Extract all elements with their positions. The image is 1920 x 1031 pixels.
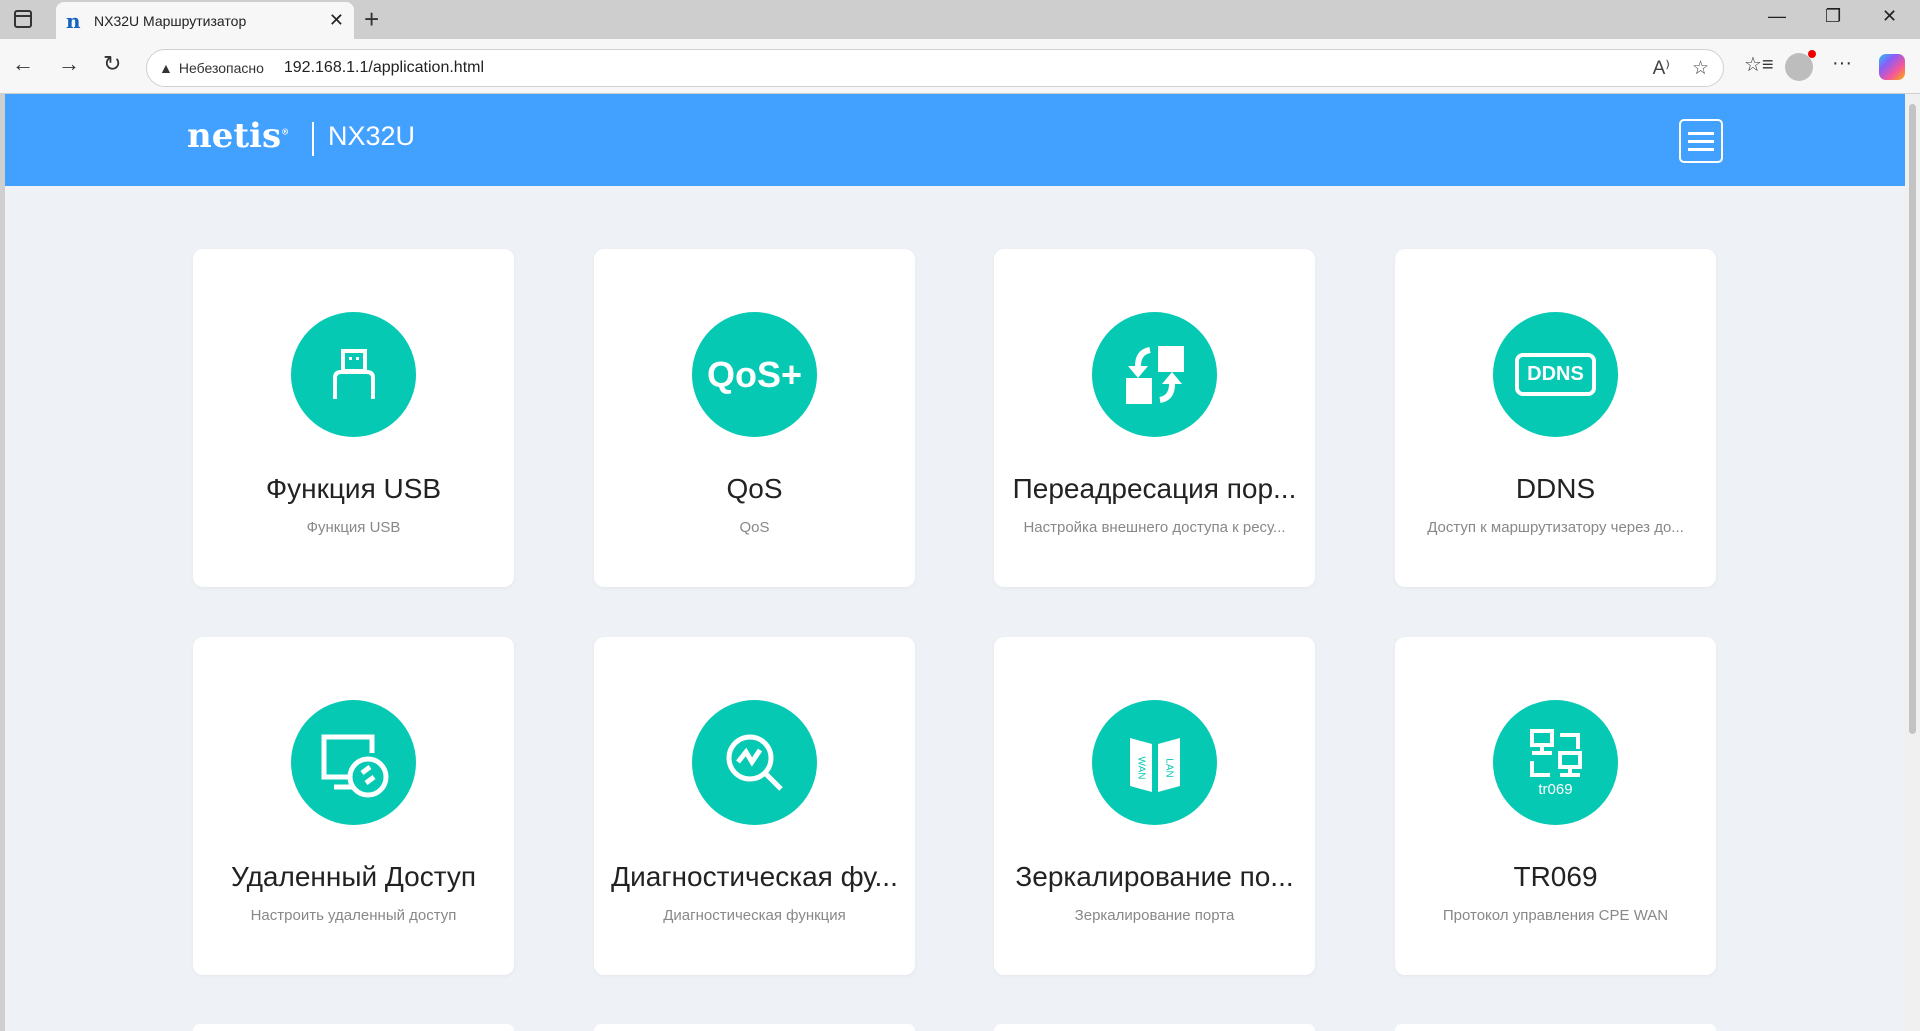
warning-icon: ▲: [159, 60, 173, 76]
remote-access-icon: [291, 700, 416, 825]
restore-icon[interactable]: ❐: [1825, 6, 1841, 27]
card-partial[interactable]: [594, 1024, 915, 1031]
card-partial[interactable]: [1395, 1024, 1716, 1031]
qos-icon: QoS+: [692, 312, 817, 437]
scrollbar[interactable]: [1905, 94, 1920, 1031]
browser-toolbar: ← → ↻ ▲ Небезопасно 192.168.1.1/applicat…: [0, 39, 1920, 93]
card-partial[interactable]: [994, 1024, 1315, 1031]
card-title: Диагностическая фу...: [611, 861, 898, 892]
divider: [312, 122, 314, 156]
card-subtitle: Функция USB: [306, 519, 401, 536]
card-title: Удаленный Доступ: [230, 861, 477, 892]
card-partial[interactable]: [193, 1024, 514, 1031]
card-usb[interactable]: Функция USB Функция USB: [193, 249, 514, 587]
back-icon[interactable]: ←: [12, 51, 34, 77]
tab-bar: n NX32U Маршрутизатор ✕ + — ❐ ✕: [0, 0, 1920, 39]
qos-icon-text: QoS+: [706, 353, 803, 395]
forward-icon[interactable]: →: [58, 51, 80, 77]
favorites-icon[interactable]: ☆≡: [1744, 52, 1774, 77]
read-aloud-icon[interactable]: A⁾: [1653, 57, 1670, 80]
lan-label: LAN: [1163, 758, 1174, 777]
profile-avatar[interactable]: [1785, 50, 1816, 81]
address-bar[interactable]: ▲ Небезопасно 192.168.1.1/application.ht…: [146, 49, 1724, 87]
card-title: TR069: [1513, 861, 1598, 892]
card-title: DDNS: [1515, 473, 1596, 504]
card-subtitle: Протокол управления CPE WAN: [1442, 907, 1669, 924]
netis-favicon-icon: n: [66, 8, 81, 33]
port-mirroring-icon: WAN LAN: [1092, 700, 1217, 825]
minimize-icon[interactable]: —: [1768, 6, 1786, 27]
sidebar-toggle-icon[interactable]: [14, 10, 32, 28]
wan-label: WAN: [1135, 756, 1146, 779]
url-text[interactable]: 192.168.1.1/application.html: [284, 59, 484, 77]
card-subtitle: Настроить удаленный доступ: [250, 907, 457, 924]
browser-tab[interactable]: n NX32U Маршрутизатор ✕: [56, 2, 354, 39]
card-port-forwarding[interactable]: Переадресация пор... Настройка внешнего …: [994, 249, 1315, 587]
security-label[interactable]: Небезопасно: [179, 60, 264, 76]
card-subtitle: QoS: [739, 519, 770, 536]
model-name: NX32U: [328, 121, 416, 151]
card-qos[interactable]: QoS+ QoS QoS: [594, 249, 915, 587]
brand-text: netis: [187, 116, 282, 156]
card-subtitle: Настройка внешнего доступа к ресу...: [1023, 519, 1286, 536]
page-header: netis® NX32U: [5, 94, 1905, 186]
card-subtitle: Диагностическая функция: [663, 907, 846, 924]
card-ddns[interactable]: DDNS DDNS Доступ к маршрутизатору через …: [1395, 249, 1716, 587]
card-subtitle: Доступ к маршрутизатору через до...: [1427, 519, 1684, 536]
router-page: netis® NX32U Функция USB Функция USB QoS…: [5, 94, 1905, 1031]
tr069-icon: tr069: [1493, 700, 1618, 825]
menu-button[interactable]: [1679, 119, 1723, 163]
card-subtitle: Зеркалирование порта: [1074, 907, 1235, 924]
new-tab-icon[interactable]: +: [364, 4, 379, 35]
favorite-star-icon[interactable]: ☆: [1692, 57, 1709, 80]
tab-title: NX32U Маршрутизатор: [94, 12, 247, 29]
reload-icon[interactable]: ↻: [103, 51, 121, 77]
scrollbar-thumb[interactable]: [1909, 104, 1916, 734]
close-window-icon[interactable]: ✕: [1882, 6, 1897, 27]
close-tab-icon[interactable]: ✕: [329, 10, 344, 31]
tr069-icon-text: tr069: [1538, 781, 1573, 798]
card-tr069[interactable]: tr069 TR069 Протокол управления CPE WAN: [1395, 637, 1716, 975]
card-title: Функция USB: [265, 473, 442, 504]
usb-icon: [291, 312, 416, 437]
more-icon[interactable]: ···: [1832, 52, 1852, 75]
port-forwarding-icon: [1092, 312, 1217, 437]
netis-logo[interactable]: netis®: [187, 116, 289, 156]
card-port-mirroring[interactable]: WAN LAN Зеркалирование по... Зеркалирован…: [994, 637, 1315, 975]
card-title: Переадресация пор...: [1012, 473, 1297, 504]
ddns-icon: DDNS: [1493, 312, 1618, 437]
copilot-icon[interactable]: [1879, 54, 1905, 80]
card-remote-access[interactable]: Удаленный Доступ Настроить удаленный дос…: [193, 637, 514, 975]
card-title: Зеркалирование по...: [1015, 861, 1294, 892]
ddns-icon-text: DDNS: [1515, 353, 1596, 396]
diagnostics-icon: [692, 700, 817, 825]
card-diagnostics[interactable]: Диагностическая фу... Диагностическая фу…: [594, 637, 915, 975]
card-title: QoS: [726, 473, 783, 504]
